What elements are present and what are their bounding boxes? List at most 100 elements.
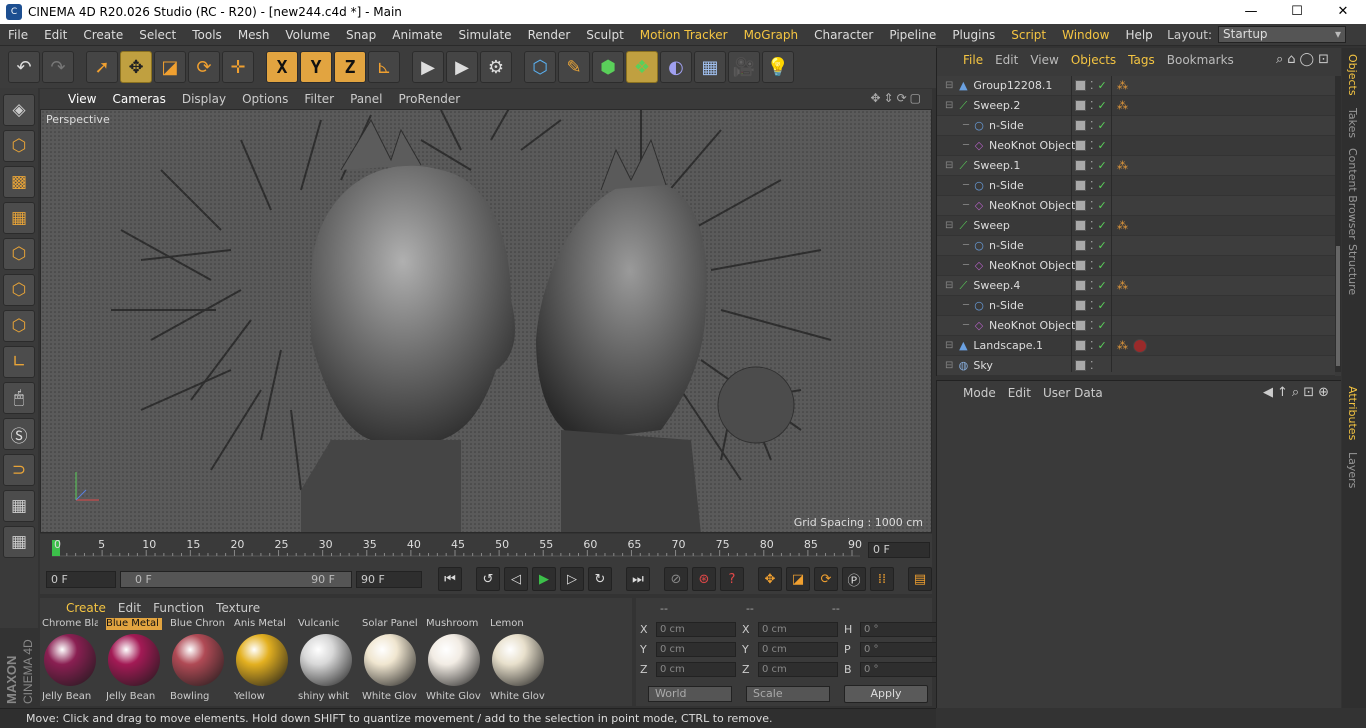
render-settings-icon[interactable]: ⚙	[480, 51, 512, 83]
object-row[interactable]: ⊟ ⟋ Sweep.4 ⁚ ✓ ⁂	[937, 276, 1335, 296]
visibility-dots-icon[interactable]: ⁚	[1090, 239, 1094, 252]
coordinate-value-field[interactable]: 0 cm	[758, 642, 838, 657]
enabled-check-icon[interactable]: ✓	[1098, 239, 1108, 252]
enabled-check-icon[interactable]: ✓	[1098, 159, 1108, 172]
menu-simulate[interactable]: Simulate	[451, 24, 520, 46]
layer-box-icon[interactable]	[1075, 160, 1086, 171]
move-tool-icon[interactable]: ✥	[120, 51, 152, 83]
material-swatch[interactable]: Blue Chron Bowling	[170, 618, 226, 704]
layer-box-icon[interactable]	[1075, 320, 1086, 331]
object-row[interactable]: ─ ◇ NeoKnot Object ⁚ ✓	[937, 196, 1335, 216]
menu-mesh[interactable]: Mesh	[230, 24, 278, 46]
autokey-icon[interactable]: ⊛	[692, 567, 716, 591]
layer-box-icon[interactable]	[1075, 240, 1086, 251]
material-menu-create[interactable]: Create	[60, 601, 112, 615]
object-manager-menu-edit[interactable]: Edit	[989, 53, 1024, 67]
object-row[interactable]: ─ ○ n-Side ⁚ ✓	[937, 176, 1335, 196]
object-row[interactable]: ─ ○ n-Side ⁚ ✓	[937, 236, 1335, 256]
solo-mode-icon[interactable]: Ⓢ	[3, 418, 35, 450]
material-swatch[interactable]: Vulcanic shiny whit	[298, 618, 354, 704]
coordinate-value-field[interactable]: 0 cm	[656, 622, 736, 637]
tab-objects[interactable]: Objects	[1346, 54, 1359, 96]
menu-script[interactable]: Script	[1003, 24, 1054, 46]
layer-box-icon[interactable]	[1075, 100, 1086, 111]
undo-icon[interactable]: ↶	[8, 51, 40, 83]
subdivision-icon[interactable]: ⬢	[592, 51, 624, 83]
object-manager-menu-tags[interactable]: Tags	[1122, 53, 1161, 67]
key-rotation-icon[interactable]: ⟳	[814, 567, 838, 591]
material-menu-edit[interactable]: Edit	[112, 601, 147, 615]
enabled-check-icon[interactable]: ✓	[1098, 139, 1108, 152]
phong-tag-icon[interactable]: ⁂	[1117, 159, 1128, 172]
pen-spline-icon[interactable]: ✎	[558, 51, 590, 83]
phong-tag-icon[interactable]: ⁂	[1117, 219, 1128, 232]
layer-box-icon[interactable]	[1075, 280, 1086, 291]
visibility-dots-icon[interactable]: ⁚	[1090, 199, 1094, 212]
go-to-end-icon[interactable]: ⏭	[626, 567, 650, 591]
object-row[interactable]: ─ ◇ NeoKnot Object ⁚ ✓	[937, 316, 1335, 336]
menu-render[interactable]: Render	[520, 24, 579, 46]
layer-box-icon[interactable]	[1075, 360, 1086, 371]
visibility-dots-icon[interactable]: ⁚	[1090, 179, 1094, 192]
redo-icon[interactable]: ↷	[42, 51, 74, 83]
locked-workplane-icon[interactable]: ▦	[3, 490, 35, 522]
visibility-dots-icon[interactable]: ⁚	[1090, 79, 1094, 92]
light-icon[interactable]: 💡	[762, 51, 794, 83]
layer-box-icon[interactable]	[1075, 140, 1086, 151]
attribute-menu-user-data[interactable]: User Data	[1037, 386, 1109, 400]
tab-structure[interactable]: Structure	[1346, 244, 1359, 295]
enabled-check-icon[interactable]: ✓	[1098, 259, 1108, 272]
go-to-start-icon[interactable]: ⏮	[438, 567, 462, 591]
menu-snap[interactable]: Snap	[338, 24, 384, 46]
tab-attributes[interactable]: Attributes	[1346, 386, 1359, 440]
menu-volume[interactable]: Volume	[277, 24, 338, 46]
layer-box-icon[interactable]	[1075, 340, 1086, 351]
workplane-mode-icon[interactable]: ▦	[3, 202, 35, 234]
key-point-level-icon[interactable]: ⁞⁞	[870, 567, 894, 591]
enabled-check-icon[interactable]: ✓	[1098, 219, 1108, 232]
polygons-mode-icon[interactable]: ⬡	[3, 310, 35, 342]
visibility-dots-icon[interactable]: ⁚	[1090, 299, 1094, 312]
visibility-dots-icon[interactable]: ⁚	[1090, 99, 1094, 112]
viewport-menu-filter[interactable]: Filter	[296, 92, 342, 106]
object-row[interactable]: ⊟ ⟋ Sweep.1 ⁚ ✓ ⁂	[937, 156, 1335, 176]
material-swatch[interactable]: Blue Metal Jelly Bean	[106, 618, 162, 704]
object-row[interactable]: ⊟ ◍ Sky ⁚	[937, 356, 1335, 376]
tab-layers[interactable]: Layers	[1346, 452, 1359, 488]
material-swatch[interactable]: Chrome Bla Jelly Bean	[42, 618, 98, 704]
viewport-navigation-icons[interactable]: ✥⇕⟳▢	[870, 91, 924, 105]
coordinate-value-field[interactable]: 0 cm	[656, 662, 736, 677]
transform-tool-icon[interactable]: ✛	[222, 51, 254, 83]
visibility-dots-icon[interactable]: ⁚	[1090, 159, 1094, 172]
enabled-check-icon[interactable]: ✓	[1098, 79, 1108, 92]
viewport-menu-prorender[interactable]: ProRender	[390, 92, 468, 106]
next-key-icon[interactable]: ↻	[588, 567, 612, 591]
menu-motion-tracker[interactable]: Motion Tracker	[632, 24, 736, 46]
material-menu-texture[interactable]: Texture	[210, 601, 266, 615]
object-manager-menu-bookmarks[interactable]: Bookmarks	[1161, 53, 1240, 67]
visibility-dots-icon[interactable]: ⁚	[1090, 279, 1094, 292]
start-frame-field[interactable]: 0 F	[46, 570, 116, 588]
apply-button[interactable]: Apply	[844, 685, 928, 703]
prev-frame-icon[interactable]: ◁	[504, 567, 528, 591]
menu-sculpt[interactable]: Sculpt	[578, 24, 631, 46]
object-manager-menu-file[interactable]: File	[957, 53, 989, 67]
viewport-menu-view[interactable]: View	[60, 92, 104, 106]
attribute-menu-mode[interactable]: Mode	[957, 386, 1002, 400]
menu-file[interactable]: File	[0, 24, 36, 46]
phong-tag-icon[interactable]: ⁂	[1117, 79, 1128, 92]
coordinate-value-field[interactable]: 0 °	[860, 622, 940, 637]
scale-tool-icon[interactable]: ◪	[154, 51, 186, 83]
menu-edit[interactable]: Edit	[36, 24, 75, 46]
select-tool-icon[interactable]: ➚	[86, 51, 118, 83]
menu-animate[interactable]: Animate	[384, 24, 450, 46]
layer-box-icon[interactable]	[1075, 80, 1086, 91]
material-menu-function[interactable]: Function	[147, 601, 210, 615]
viewport-menu-options[interactable]: Options	[234, 92, 296, 106]
menu-mograph[interactable]: MoGraph	[736, 24, 807, 46]
object-list-scrollbar[interactable]	[1335, 76, 1341, 372]
layer-box-icon[interactable]	[1075, 300, 1086, 311]
menu-window[interactable]: Window	[1054, 24, 1117, 46]
object-row[interactable]: ⊟ ⟋ Sweep.2 ⁚ ✓ ⁂	[937, 96, 1335, 116]
key-parameter-icon[interactable]: Ⓟ	[842, 567, 866, 591]
